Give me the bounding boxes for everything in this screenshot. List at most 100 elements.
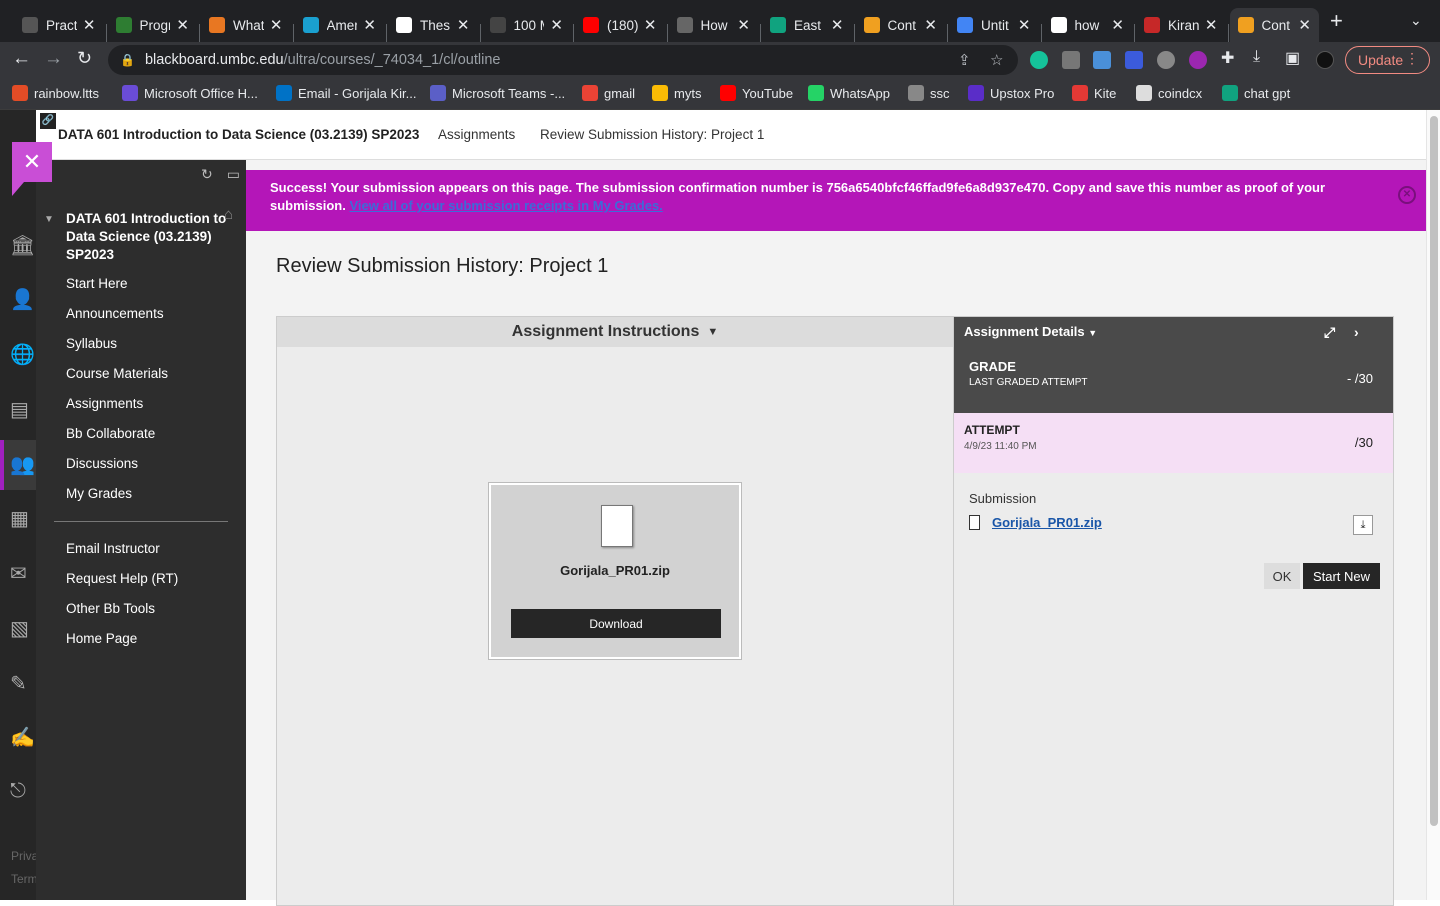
sign-out-icon[interactable]: ⎋ <box>10 780 36 806</box>
bookmark-item[interactable]: YouTube <box>720 85 793 101</box>
browser-tab[interactable]: Amer ✕ <box>295 8 385 42</box>
privacy-link[interactable]: Priva <box>11 849 38 863</box>
close-tab-icon[interactable]: ✕ <box>924 16 937 34</box>
grades-icon[interactable]: ▧ <box>10 616 36 642</box>
browser-tab[interactable]: Progr ✕ <box>108 8 198 42</box>
breadcrumb-assignments[interactable]: Assignments <box>438 127 515 142</box>
course-menu-item[interactable]: Discussions <box>66 456 138 471</box>
update-button[interactable]: Update ⋮ <box>1345 46 1430 74</box>
course-menu-item[interactable]: Assignments <box>66 396 143 411</box>
bookmark-item[interactable]: gmail <box>582 85 635 101</box>
course-menu-item[interactable]: Email Instructor <box>66 541 160 556</box>
sidepanel-icon[interactable]: ▣ <box>1285 48 1300 68</box>
bookmark-item[interactable]: Microsoft Office H... <box>122 85 258 101</box>
browser-tab[interactable]: Cont ✕ <box>1229 8 1319 42</box>
course-menu-item[interactable]: Start Here <box>66 276 128 291</box>
close-tab-icon[interactable]: ✕ <box>1298 16 1311 34</box>
browser-tab[interactable]: What ✕ <box>201 8 291 42</box>
close-tab-icon[interactable]: ✕ <box>550 16 563 34</box>
forward-icon[interactable]: → <box>44 48 63 70</box>
extension-icon[interactable] <box>1125 51 1143 69</box>
browser-tab[interactable]: Cont ✕ <box>856 8 946 42</box>
course-menu-item[interactable]: Course Materials <box>66 366 168 381</box>
link-icon[interactable]: 🔗 <box>40 113 56 129</box>
bookmark-item[interactable]: Microsoft Teams -... <box>430 85 565 101</box>
expand-icon[interactable]: ⤢ <box>1324 324 1335 341</box>
profile-icon[interactable]: 👤 <box>10 287 36 313</box>
receipts-link[interactable]: View all of your submission receipts in … <box>349 198 662 213</box>
course-menu-item[interactable]: Syllabus <box>66 336 117 351</box>
institution-icon[interactable]: 🏛 <box>10 233 36 259</box>
reload-icon[interactable]: ↻ <box>77 48 92 69</box>
refresh-icon[interactable]: ↻ <box>201 166 213 182</box>
download-icon[interactable]: ⤓ <box>1353 515 1373 535</box>
browser-tab[interactable]: How ✕ <box>669 8 759 42</box>
new-tab-button[interactable]: + <box>1330 8 1343 34</box>
home-icon[interactable]: ⌂ <box>224 206 233 223</box>
download-icon[interactable]: ⤓ <box>1253 48 1260 66</box>
browser-tab[interactable]: Untit ✕ <box>949 8 1039 42</box>
close-tab-icon[interactable]: ✕ <box>457 16 470 34</box>
organizations-icon[interactable]: ▤ <box>10 397 36 423</box>
banner-close-icon[interactable]: ✕ <box>1398 186 1416 204</box>
browser-tab[interactable]: Thes ✕ <box>388 8 478 42</box>
extension-icon[interactable] <box>1157 51 1175 69</box>
groups-icon[interactable]: 👥 <box>10 452 36 478</box>
instructions-toggle[interactable]: Assignment Instructions ▼ <box>277 317 953 347</box>
close-panel-button[interactable]: ✕ <box>12 142 52 196</box>
bookmark-item[interactable]: Kite <box>1072 85 1116 101</box>
messages-icon[interactable]: ✉ <box>10 561 36 587</box>
browser-tab[interactable]: East ✕ <box>762 8 852 42</box>
course-menu-item[interactable]: Bb Collaborate <box>66 426 155 441</box>
address-bar[interactable]: 🔒 blackboard.umbc.edu/ultra/courses/_740… <box>108 45 1018 75</box>
calendar-icon[interactable]: ▦ <box>10 506 36 532</box>
courses-globe-icon[interactable]: 🌐 <box>10 342 36 368</box>
tab-search-icon[interactable]: ⌄ <box>1410 12 1422 29</box>
browser-tab[interactable]: 100 M ✕ <box>482 8 572 42</box>
course-menu-item[interactable]: Request Help (RT) <box>66 571 178 586</box>
course-menu-item[interactable]: Announcements <box>66 306 164 321</box>
browser-tab[interactable]: Pract ✕ <box>14 8 104 42</box>
bookmark-item[interactable]: ssc <box>908 85 950 101</box>
start-new-button[interactable]: Start New <box>1303 563 1380 589</box>
browser-tab[interactable]: (180) ✕ <box>575 8 665 42</box>
download-button[interactable]: Download <box>511 609 721 638</box>
browser-tab[interactable]: Kiran ✕ <box>1136 8 1226 42</box>
close-tab-icon[interactable]: ✕ <box>270 16 283 34</box>
course-menu-item[interactable]: Home Page <box>66 631 137 646</box>
close-tab-icon[interactable]: ✕ <box>363 16 376 34</box>
close-tab-icon[interactable]: ✕ <box>83 16 96 34</box>
extension-icon[interactable] <box>1189 51 1207 69</box>
bookmark-item[interactable]: WhatsApp <box>808 85 890 101</box>
share-icon[interactable]: ⇪ <box>958 51 971 69</box>
close-tab-icon[interactable]: ✕ <box>737 16 750 34</box>
bookmark-item[interactable]: coindcx <box>1136 85 1202 101</box>
bookmark-item[interactable]: Upstox Pro <box>968 85 1054 101</box>
extension-icon[interactable] <box>1062 51 1080 69</box>
close-tab-icon[interactable]: ✕ <box>1205 16 1218 34</box>
browser-tab[interactable]: how ✕ <box>1043 8 1133 42</box>
terms-link[interactable]: Term <box>11 872 38 886</box>
collapse-caret-icon[interactable]: ▼ <box>44 214 54 225</box>
bookmark-item[interactable]: chat gpt <box>1222 85 1290 101</box>
attempt-row[interactable]: ATTEMPT 4/9/23 11:40 PM /30 <box>954 413 1393 473</box>
course-menu-item[interactable]: Other Bb Tools <box>66 601 155 616</box>
bookmark-item[interactable]: Email - Gorijala Kir... <box>276 85 416 101</box>
details-toggle[interactable]: Assignment Details <box>964 324 1085 339</box>
tools-icon[interactable]: ✎ <box>10 671 36 697</box>
submission-file-link[interactable]: Gorijala_PR01.zip <box>992 515 1102 530</box>
course-menu-title[interactable]: DATA 601 Introduction to Data Science (0… <box>66 210 236 264</box>
folder-icon[interactable]: ▭ <box>227 166 240 182</box>
bookmark-star-icon[interactable]: ☆ <box>990 51 1003 69</box>
back-icon[interactable]: ← <box>12 48 31 70</box>
close-tab-icon[interactable]: ✕ <box>176 16 189 34</box>
ok-button[interactable]: OK <box>1264 563 1300 589</box>
course-menu-item[interactable]: My Grades <box>66 486 132 501</box>
close-tab-icon[interactable]: ✕ <box>644 16 657 34</box>
profile-avatar[interactable] <box>1316 51 1334 69</box>
chevron-right-icon[interactable]: › <box>1354 324 1359 340</box>
puzzle-icon[interactable]: ✚ <box>1221 48 1234 68</box>
close-tab-icon[interactable]: ✕ <box>1018 16 1031 34</box>
extension-icon[interactable] <box>1093 51 1111 69</box>
bookmark-item[interactable]: rainbow.ltts <box>12 85 99 101</box>
